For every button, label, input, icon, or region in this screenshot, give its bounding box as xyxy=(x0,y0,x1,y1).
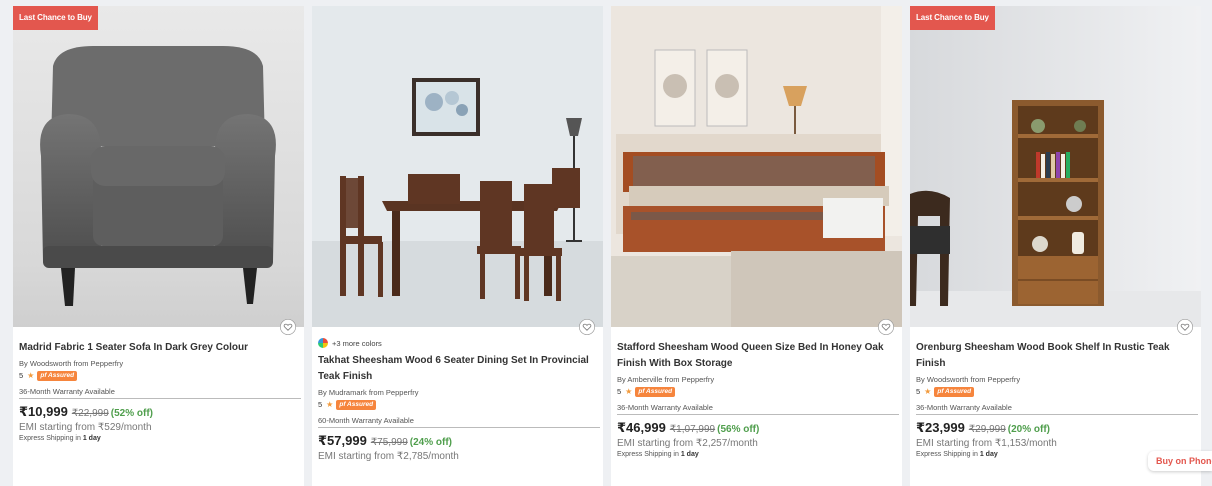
discount-percent: (52% off) xyxy=(110,408,153,419)
product-info: Madrid Fabric 1 Seater Sofa In Dark Grey… xyxy=(13,327,304,442)
product-brand: By Woodsworth from Pepperfry xyxy=(19,359,124,368)
last-chance-badge: Last Chance to Buy xyxy=(910,6,995,30)
shipping-time: 1 day xyxy=(979,451,998,458)
rating-value: 5 xyxy=(617,387,622,396)
emi-text: EMI starting from ₹1,153/month xyxy=(916,438,1057,449)
rating-value: 5 xyxy=(916,387,921,396)
color-options[interactable]: +3 more colors xyxy=(318,338,598,348)
pf-assured-badge: pf Assured xyxy=(336,399,377,410)
rating-row: 5 ★ pf Assured xyxy=(318,399,598,410)
warranty-text: 36-Month Warranty Available xyxy=(617,403,899,415)
warranty-text: 36-Month Warranty Available xyxy=(916,403,1198,415)
wishlist-heart-icon[interactable] xyxy=(280,319,296,335)
shipping-time: 1 day xyxy=(680,451,699,458)
last-chance-badge: Last Chance to Buy xyxy=(13,6,98,30)
product-image[interactable] xyxy=(611,6,902,327)
price-row: ₹23,999 ₹29,999 (20% off) xyxy=(916,420,1196,436)
color-wheel-icon xyxy=(318,338,328,348)
product-card[interactable]: | || +3 more colors Takhat Sheesham Wood… xyxy=(312,6,603,486)
warranty-text: 36-Month Warranty Available xyxy=(19,387,301,399)
rating-row: 5 ★ pf Assured xyxy=(916,386,1196,397)
pf-assured-badge: pf Assured xyxy=(934,386,975,397)
product-title[interactable]: Orenburg Sheesham Wood Book Shelf In Rus… xyxy=(916,340,1196,372)
star-icon: ★ xyxy=(625,387,633,396)
discount-percent: (24% off) xyxy=(409,437,452,448)
selling-price: ₹10,999 xyxy=(19,404,68,419)
shipping-info: Express Shipping in 1 day xyxy=(19,435,299,442)
wishlist-heart-icon[interactable] xyxy=(1177,319,1193,335)
mrp-price: ₹29,999 xyxy=(968,424,1006,435)
shipping-info: Express Shipping in 1 day xyxy=(617,451,897,458)
price-row: ₹46,999 ₹1,07,999 (56% off) xyxy=(617,420,897,436)
product-title[interactable]: Stafford Sheesham Wood Queen Size Bed In… xyxy=(617,340,897,372)
product-brand: By Amberville from Pepperfry xyxy=(617,375,715,384)
discount-percent: (56% off) xyxy=(717,424,760,435)
product-image[interactable]: Last Chance to Buy xyxy=(13,6,304,327)
warranty-text: 60-Month Warranty Available xyxy=(318,416,600,428)
rating-value: 5 xyxy=(19,371,24,380)
wishlist-heart-icon[interactable] xyxy=(878,319,894,335)
product-brand: By Woodsworth from Pepperfry xyxy=(916,375,1021,384)
star-icon: ★ xyxy=(27,371,35,380)
emi-text: EMI starting from ₹2,785/month xyxy=(318,451,459,462)
shipping-label: Express Shipping in xyxy=(916,451,978,458)
bed-image xyxy=(611,6,902,327)
product-brand: By Mudramark from Pepperfry xyxy=(318,388,419,397)
selling-price: ₹23,999 xyxy=(916,420,965,435)
price-row: ₹57,999 ₹75,999 (24% off) xyxy=(318,433,598,449)
star-icon: ★ xyxy=(326,400,334,409)
product-grid: Last Chance to Buy Madrid Fabric 1 Seate… xyxy=(0,0,1212,486)
pf-assured-badge: pf Assured xyxy=(37,370,78,381)
wishlist-heart-icon[interactable] xyxy=(579,319,595,335)
rating-row: 5 ★ pf Assured xyxy=(617,386,897,397)
discount-percent: (20% off) xyxy=(1007,424,1050,435)
product-image[interactable]: | || xyxy=(312,6,603,327)
mrp-price: ₹75,999 xyxy=(370,437,408,448)
shipping-time: 1 day xyxy=(82,435,101,442)
emi-text: EMI starting from ₹529/month xyxy=(19,422,152,433)
product-info: Stafford Sheesham Wood Queen Size Bed In… xyxy=(611,327,902,458)
dining-set-image: | || xyxy=(312,6,603,327)
pf-assured-badge: pf Assured xyxy=(635,386,676,397)
rating-value: 5 xyxy=(318,400,323,409)
price-row: ₹10,999 ₹22,999 (52% off) xyxy=(19,404,299,420)
selling-price: ₹46,999 xyxy=(617,420,666,435)
mrp-price: ₹1,07,999 xyxy=(669,424,716,435)
buy-on-phone-button[interactable]: Buy on Phone xyxy=(1148,451,1212,471)
product-title[interactable]: Takhat Sheesham Wood 6 Seater Dining Set… xyxy=(318,353,598,385)
product-card[interactable]: Last Chance to Buy Orenburg Sheesham Woo… xyxy=(910,6,1201,486)
selling-price: ₹57,999 xyxy=(318,433,367,448)
product-card[interactable]: Last Chance to Buy Madrid Fabric 1 Seate… xyxy=(13,6,304,486)
shipping-label: Express Shipping in xyxy=(617,451,679,458)
product-info: +3 more colors Takhat Sheesham Wood 6 Se… xyxy=(312,327,603,462)
product-image[interactable]: Last Chance to Buy xyxy=(910,6,1201,327)
star-icon: ★ xyxy=(924,387,932,396)
bookshelf-image xyxy=(910,6,1201,327)
rating-row: 5 ★ pf Assured xyxy=(19,370,299,381)
shipping-label: Express Shipping in xyxy=(19,435,81,442)
product-card[interactable]: Stafford Sheesham Wood Queen Size Bed In… xyxy=(611,6,902,486)
product-title[interactable]: Madrid Fabric 1 Seater Sofa In Dark Grey… xyxy=(19,340,299,356)
product-info: Orenburg Sheesham Wood Book Shelf In Rus… xyxy=(910,327,1201,458)
emi-text: EMI starting from ₹2,257/month xyxy=(617,438,758,449)
sofa-image xyxy=(13,6,304,327)
more-colors-text: +3 more colors xyxy=(332,338,382,348)
mrp-price: ₹22,999 xyxy=(71,408,109,419)
